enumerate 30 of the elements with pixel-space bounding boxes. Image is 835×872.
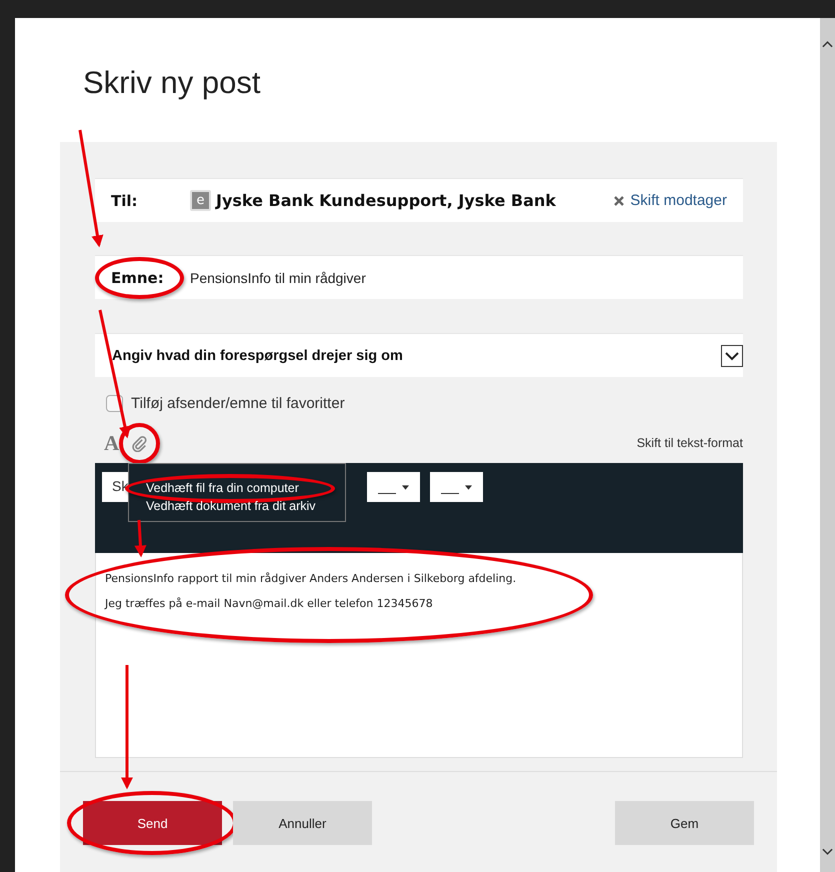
menu-item[interactable]: Vedhæft fil fra din computer <box>146 481 299 495</box>
size-dropdown[interactable] <box>367 472 420 502</box>
close-icon <box>613 194 626 206</box>
text-format-icon[interactable]: A <box>104 430 120 456</box>
message-line: Jeg træffes på e-mail Navn@mail.dk eller telefon 12345678 <box>105 597 434 610</box>
secondary-button[interactable]: Annuller <box>233 801 372 845</box>
topic-value: Angiv hvad din forespørgsel drejer sig om <box>112 348 403 364</box>
scroll-down-icon[interactable] <box>822 848 833 856</box>
paperclip-icon[interactable] <box>131 434 148 452</box>
menu-item[interactable]: Vedhæft dokument fra dit arkiv <box>146 499 316 513</box>
subject-value: PensionsInfo til min rådgiver <box>190 270 366 286</box>
caret-icon <box>465 484 472 490</box>
text-format-link[interactable]: Skift til tekst-format <box>636 436 743 450</box>
message-line: PensionsInfo rapport til min rådgiver Anders Andersen i Silkeborg afdeling. <box>105 572 518 585</box>
favorite-label: Tilføj afsender/emne til favoritter <box>131 395 345 412</box>
message-editor[interactable]: PensionsInfo rapport til min rådgiver Anders Andersen i Silkeborg afdeling. Jeg træffes på e-mail Navn@mail.dk eller telefon 12345678 <box>95 553 743 758</box>
secondary-button[interactable]: Gem <box>615 801 754 845</box>
caret-icon <box>402 484 409 490</box>
recipient-name: Jyske Bank Kundesupport, Jyske Bank <box>216 191 557 210</box>
scroll-up-icon[interactable] <box>822 40 833 48</box>
subject-label: Emne: <box>111 268 190 286</box>
subject-field[interactable]: Emne: PensionsInfo til min rådgiver <box>95 255 743 299</box>
recipient-label: Til: <box>111 192 139 210</box>
email-icon: e <box>190 190 211 211</box>
annotation-arrow <box>134 520 146 558</box>
dialog-title: Skriv ny post <box>82 64 262 102</box>
topic-dropdown[interactable]: Angiv hvad din forespørgsel drejer sig om <box>95 333 743 377</box>
change-recipient-link[interactable]: Skift modtager <box>613 192 727 209</box>
color-dropdown[interactable] <box>430 472 483 502</box>
send-button[interactable]: Send <box>83 801 222 845</box>
